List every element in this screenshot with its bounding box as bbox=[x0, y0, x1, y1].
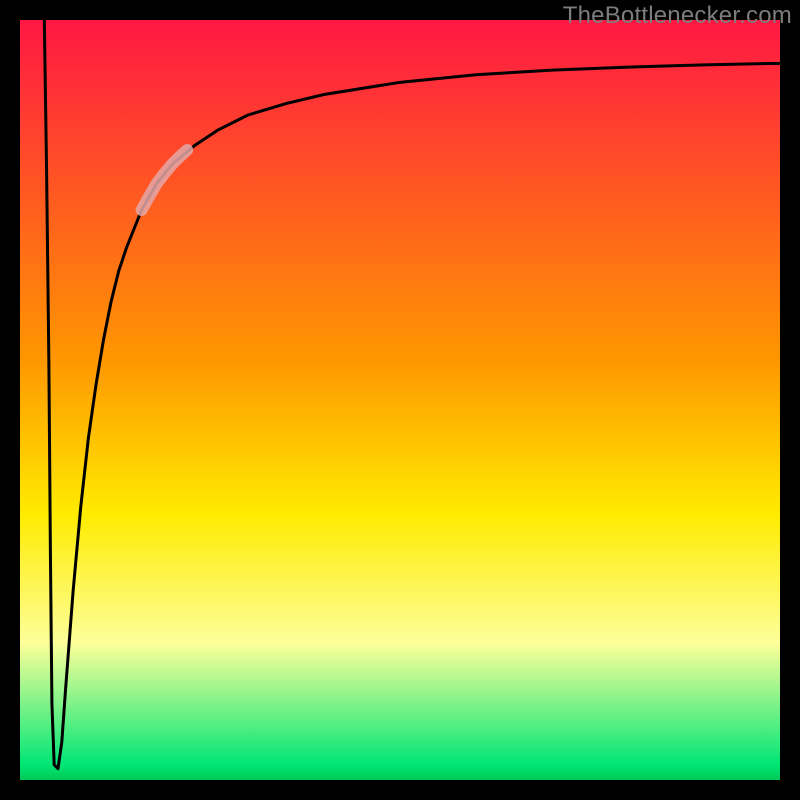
watermark-text: TheBottlenecker.com bbox=[563, 2, 792, 30]
bottleneck-chart bbox=[0, 0, 800, 800]
chart-container: TheBottlenecker.com bbox=[0, 0, 800, 800]
plot-background bbox=[20, 20, 780, 780]
